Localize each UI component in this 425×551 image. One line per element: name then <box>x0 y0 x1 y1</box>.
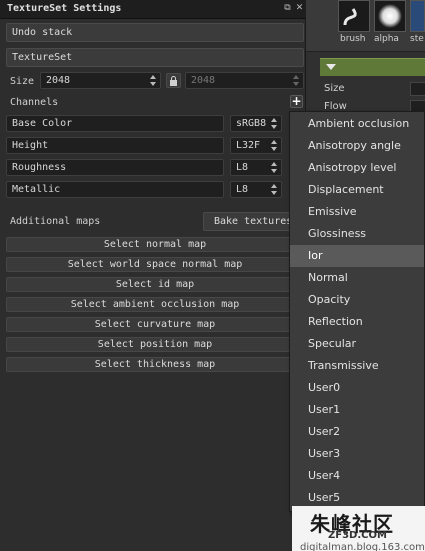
menu-item-anisotropy-level[interactable]: Anisotropy level <box>290 157 424 179</box>
select-world-space-normal-map-button[interactable]: Select world space normal map <box>6 257 304 272</box>
panel-title: TextureSet Settings <box>7 3 122 14</box>
up-down-arrows-icon <box>270 183 278 196</box>
channel-format-value: L32F <box>236 140 261 151</box>
select-curvature-map-button[interactable]: Select curvature map <box>6 317 304 332</box>
menu-item-transmissive[interactable]: Transmissive <box>290 355 424 377</box>
properties-section-header[interactable] <box>320 58 425 76</box>
menu-item-specular[interactable]: Specular <box>290 333 424 355</box>
menu-item-opacity[interactable]: Opacity <box>290 289 424 311</box>
menu-item-user1[interactable]: User1 <box>290 399 424 421</box>
menu-item-user4[interactable]: User4 <box>290 465 424 487</box>
channels-label: Channels <box>10 97 59 108</box>
plus-icon: + <box>291 94 302 108</box>
menu-item-ambient-occlusion[interactable]: Ambient occlusion <box>290 113 424 135</box>
size-property-field[interactable] <box>410 82 425 96</box>
add-channel-dropdown-menu: Ambient occlusion Anisotropy angle Aniso… <box>289 111 425 512</box>
size-label: Size <box>10 76 35 87</box>
alpha-label: alpha <box>374 34 399 44</box>
add-channel-button[interactable]: + <box>290 95 303 108</box>
stencil-thumbnail[interactable] <box>410 0 425 32</box>
channel-format-value: L8 <box>236 184 249 195</box>
menu-item-ior[interactable]: Ior <box>290 245 424 267</box>
channel-format-value: L8 <box>236 162 249 173</box>
collapse-arrow-icon <box>326 64 336 70</box>
up-down-arrows-icon <box>292 74 300 87</box>
up-down-arrows-icon <box>270 117 278 130</box>
stencil-label: ste <box>410 34 424 44</box>
watermark: 朱峰社区 ZF3D.COM digitalman.blog.163.com <box>292 506 425 551</box>
textureset-button[interactable]: TextureSet <box>6 48 304 67</box>
menu-item-emissive[interactable]: Emissive <box>290 201 424 223</box>
brush-label: brush <box>340 34 366 44</box>
watermark-site: ZF3D.COM <box>328 530 387 541</box>
textureset-settings-panel: TextureSet Settings ⧉ ✕ Undo stack Textu… <box>0 0 306 551</box>
watermark-url: digitalman.blog.163.com <box>300 542 425 551</box>
menu-item-user0[interactable]: User0 <box>290 377 424 399</box>
channel-format-height[interactable]: L32F <box>230 137 282 154</box>
channel-format-roughness[interactable]: L8 <box>230 159 282 176</box>
close-icon[interactable]: ✕ <box>294 3 305 14</box>
menu-item-user3[interactable]: User3 <box>290 443 424 465</box>
up-down-arrows-icon <box>270 139 278 152</box>
size-dropdown[interactable]: 2048 <box>40 72 161 89</box>
select-position-map-button[interactable]: Select position map <box>6 337 304 352</box>
channel-format-value: sRGB8 <box>236 118 267 129</box>
menu-item-reflection[interactable]: Reflection <box>290 311 424 333</box>
select-ambient-occlusion-map-button[interactable]: Select ambient occlusion map <box>6 297 304 312</box>
up-down-arrows-icon <box>149 74 157 87</box>
size-height-dropdown: 2048 <box>185 72 304 89</box>
menu-item-displacement[interactable]: Displacement <box>290 179 424 201</box>
channel-name-roughness[interactable]: Roughness <box>6 159 224 176</box>
undo-stack-button[interactable]: Undo stack <box>6 23 304 42</box>
size-height-value: 2048 <box>191 75 216 86</box>
channel-name-metallic[interactable]: Metallic <box>6 181 224 198</box>
channel-name-base-color[interactable]: Base Color <box>6 115 224 132</box>
menu-item-normal[interactable]: Normal <box>290 267 424 289</box>
select-thickness-map-button[interactable]: Select thickness map <box>6 357 304 372</box>
size-lock-button[interactable] <box>166 73 181 88</box>
up-down-arrows-icon <box>270 161 278 174</box>
brush-thumbnail[interactable] <box>338 0 370 32</box>
menu-item-user2[interactable]: User2 <box>290 421 424 443</box>
undock-icon[interactable]: ⧉ <box>282 3 293 14</box>
alpha-thumbnail[interactable] <box>374 0 406 32</box>
panel-titlebar[interactable]: TextureSet Settings ⧉ ✕ <box>0 0 306 19</box>
channel-name-height[interactable]: Height <box>6 137 224 154</box>
select-normal-map-button[interactable]: Select normal map <box>6 237 304 252</box>
channel-format-base-color[interactable]: sRGB8 <box>230 115 282 132</box>
alpha-circle-icon <box>378 4 402 28</box>
select-id-map-button[interactable]: Select id map <box>6 277 304 292</box>
size-value: 2048 <box>46 75 71 86</box>
additional-maps-label: Additional maps <box>10 216 101 227</box>
size-property-label: Size <box>324 83 345 94</box>
menu-item-glossiness[interactable]: Glossiness <box>290 223 424 245</box>
brush-thumbnails-bar: brush alpha ste <box>306 0 425 52</box>
channel-format-metallic[interactable]: L8 <box>230 181 282 198</box>
menu-item-anisotropy-angle[interactable]: Anisotropy angle <box>290 135 424 157</box>
brush-stroke-icon <box>343 8 357 26</box>
